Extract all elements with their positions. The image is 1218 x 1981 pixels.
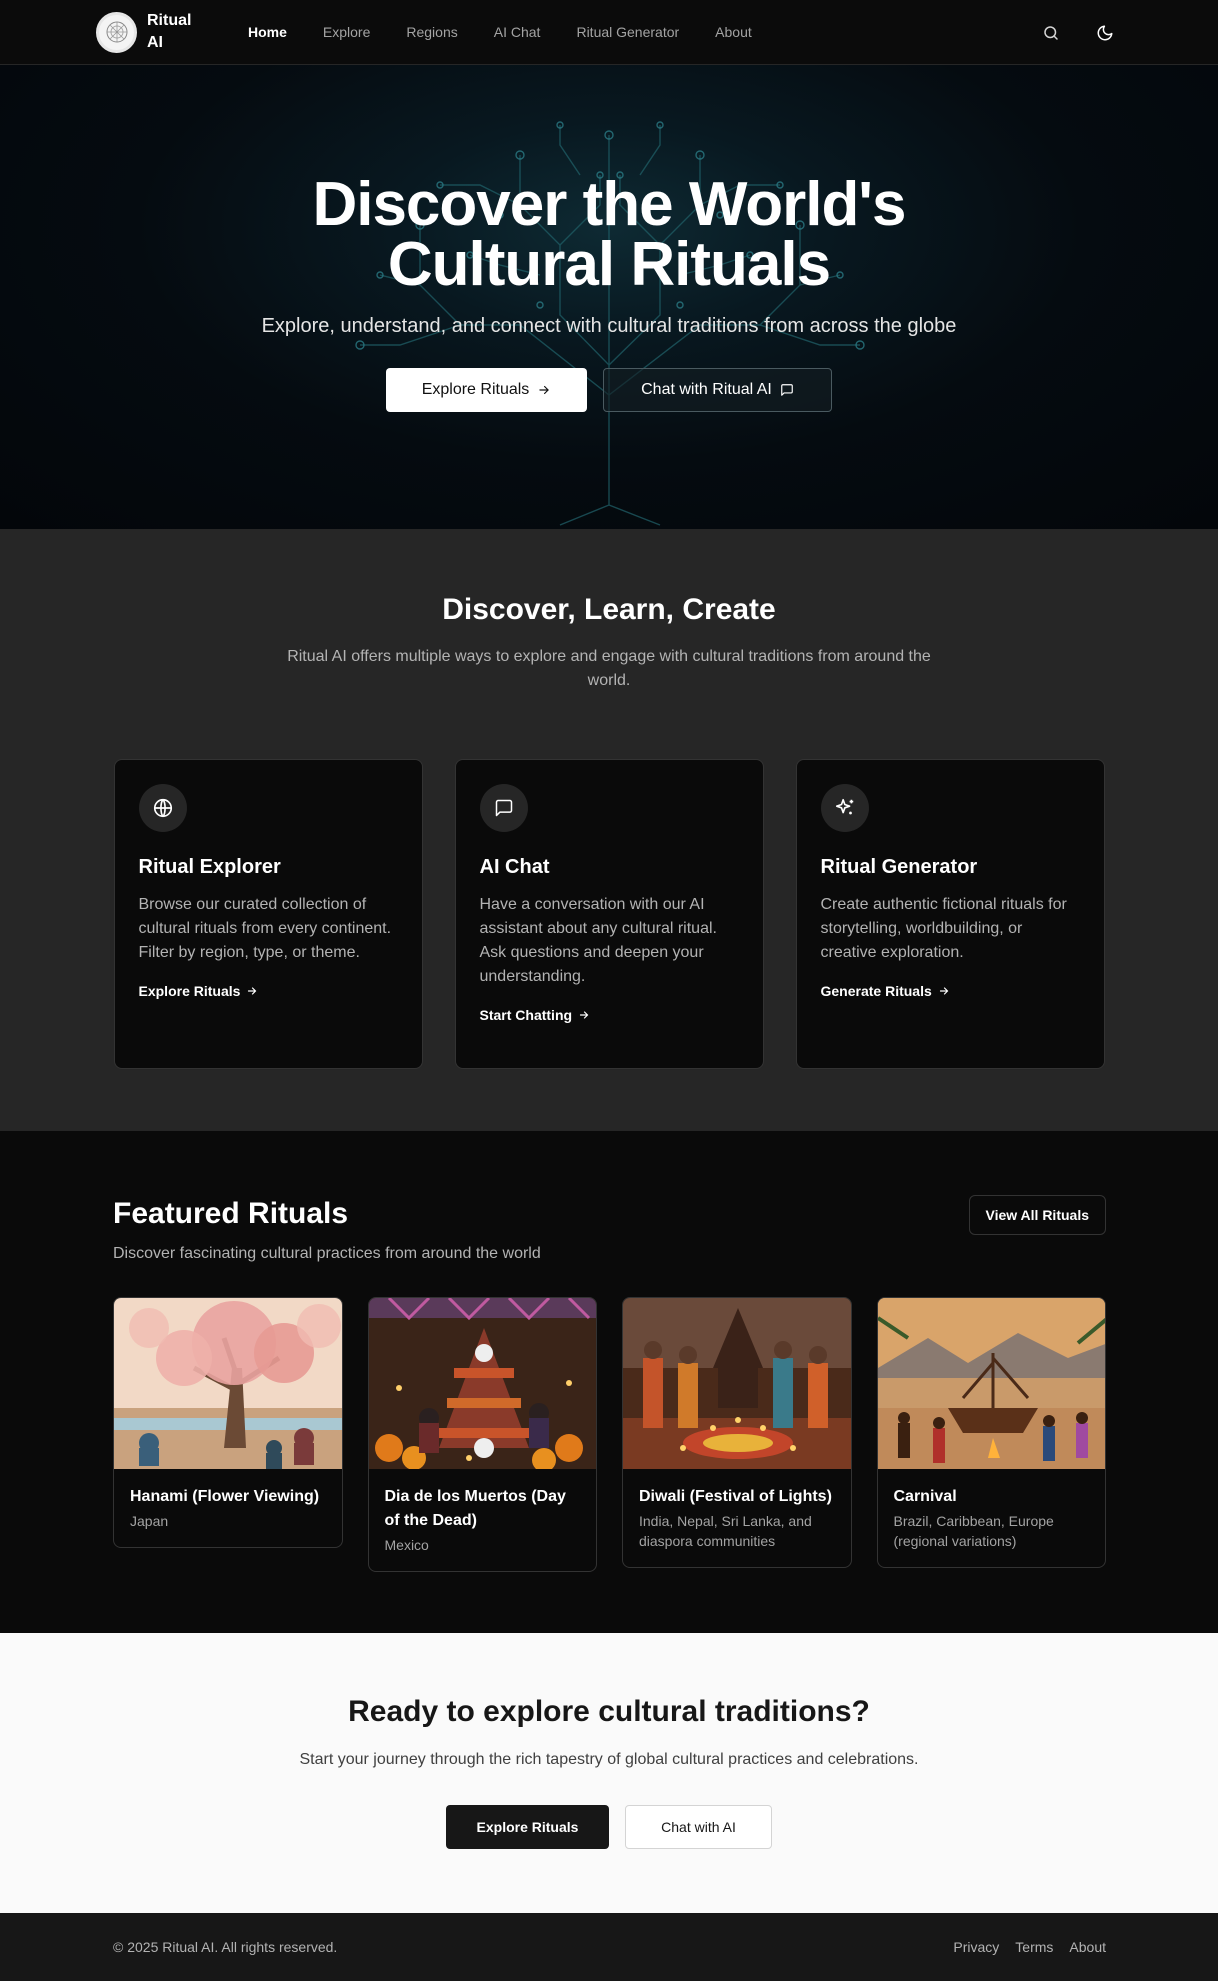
message-square-icon [495,799,512,817]
ritual-card-body: Carnival Brazil, Caribbean, Europe (regi… [878,1469,1106,1567]
feature-card-title: Ritual Generator [820,856,978,878]
feature-card-icon-wrap [820,784,869,832]
feature-card-icon-wrap [479,784,528,832]
search-icon [1044,25,1058,40]
hero-title: Discover the World's Cultural Rituals [0,65,1218,299]
ritual-card-dia-de-los-muertos[interactable]: Dia de los Muertos (Day of the Dead) Mex… [367,1297,597,1572]
chat-with-ritual-ai-button[interactable]: Chat with Ritual AI [603,368,832,412]
arrow-right-icon [539,385,550,395]
cta-buttons: Explore Rituals Chat with AI [0,1805,1218,1849]
nav-link-home[interactable]: Home [230,24,305,40]
nav-link-explore[interactable]: Explore [305,24,388,40]
features-title: Discover, Learn, Create [442,593,776,626]
start-chatting-link-label: Start Chatting [479,1007,573,1023]
dia-de-los-muertos-image [368,1298,597,1469]
nav-links: Home Explore Regions AI Chat Ritual Gene… [230,24,770,40]
cta-subtitle: Start your journey through the rich tape… [299,1751,919,1768]
explore-rituals-link-label: Explore Rituals [138,983,241,999]
theme-toggle-button[interactable] [1088,16,1122,50]
cta-section: Ready to explore cultural traditions? St… [0,1633,1218,1913]
feature-card-text: Create authentic fictional rituals for s… [820,896,1067,961]
ritual-card-title: Dia de los Muertos (Day of the Dead) [384,1488,566,1529]
ritual-card-region: Japan [130,1513,169,1529]
feature-card-ai-chat: AI Chat Have a conversation with our AI … [454,759,764,1069]
ritual-card-title: Carnival [893,1488,957,1505]
feature-card-ritual-generator: Ritual Generator Create authentic fictio… [795,759,1105,1069]
view-all-rituals-button[interactable]: View All Rituals [968,1195,1106,1235]
arrow-right-icon [579,1011,589,1019]
globe-icon [153,798,172,818]
hero-buttons: Explore Rituals Chat with Ritual AI [0,368,1218,412]
featured-heading-group: Featured Rituals Discover fascinating cu… [113,1197,541,1263]
ritual-card-diwali[interactable]: Diwali (Festival of Lights) India, Nepal… [622,1297,852,1568]
features-section: Discover, Learn, Create Ritual AI offers… [0,529,1218,1131]
nav-actions [1034,0,1122,65]
footer-links: Privacy Terms About [953,1939,1106,1955]
nav-link-regions[interactable]: Regions [388,24,475,40]
nav-link-about[interactable]: About [697,24,770,40]
hero-title-text: Discover the World's Cultural Rituals [312,170,906,299]
feature-card-ritual-explorer: Ritual Explorer Browse our curated colle… [113,759,423,1069]
ritual-card-title: Diwali (Festival of Lights) [639,1488,832,1505]
arrow-right-icon [248,987,257,995]
explore-rituals-link[interactable]: Explore Rituals [139,983,398,999]
top-nav: Ritual AI Home Explore Regions AI Chat R… [0,0,1218,65]
start-chatting-link[interactable]: Start Chatting [480,1007,739,1023]
feature-card-icon-wrap [138,784,187,832]
hero-section: Discover the World's Cultural Rituals Ex… [0,65,1218,529]
nav-link-ai-chat[interactable]: AI Chat [476,24,559,40]
search-button[interactable] [1034,16,1068,50]
diwali-image [623,1298,851,1469]
featured-rituals-section: Featured Rituals Discover fascinating cu… [0,1131,1218,1633]
sparkles-icon [835,798,853,815]
logo-text: Ritual AI [147,12,192,51]
generate-rituals-link-label: Generate Rituals [820,983,932,999]
footer-link-terms[interactable]: Terms [1015,1939,1053,1955]
cta-title: Ready to explore cultural traditions? [348,1695,870,1728]
featured-subtitle: Discover fascinating cultural practices … [113,1245,541,1262]
footer-link-about[interactable]: About [1069,1939,1106,1955]
feature-card-title: Ritual Explorer [138,856,281,878]
ritual-card-region: Mexico [384,1537,429,1553]
footer-copyright: © 2025 Ritual AI. All rights reserved. [113,1939,338,1955]
hero-subtitle: Explore, understand, and connect with cu… [261,315,957,337]
moon-icon [1097,25,1113,40]
footer-link-privacy[interactable]: Privacy [953,1939,999,1955]
featured-title: Featured Rituals [113,1197,349,1230]
featured-header: Featured Rituals Discover fascinating cu… [113,1195,1106,1263]
ritual-card-body: Diwali (Festival of Lights) India, Nepal… [623,1469,851,1567]
ritual-card-region: Brazil, Caribbean, Europe (regional vari… [893,1513,1054,1549]
chat-with-ritual-ai-button-label: Chat with Ritual AI [641,381,772,398]
feature-card-title: AI Chat [479,856,550,878]
footer: © 2025 Ritual AI. All rights reserved. P… [0,1913,1218,1981]
feature-card-text: Have a conversation with our AI assistan… [479,896,717,985]
feature-cards: Ritual Explorer Browse our curated colle… [0,759,1218,1069]
feature-card-text: Browse our curated collection of cultura… [138,896,392,961]
ritual-card-carnival[interactable]: Carnival Brazil, Caribbean, Europe (regi… [876,1297,1106,1568]
cta-chat-with-ai-button[interactable]: Chat with AI [625,1805,772,1849]
cta-explore-rituals-button[interactable]: Explore Rituals [446,1805,609,1849]
nav-link-ritual-generator[interactable]: Ritual Generator [558,24,697,40]
ritual-card-body: Hanami (Flower Viewing) Japan [114,1469,342,1547]
logo-icon [96,11,137,53]
logo[interactable]: Ritual AI [96,10,206,54]
ritual-card-body: Dia de los Muertos (Day of the Dead) Mex… [369,1469,597,1571]
explore-rituals-button-label: Explore Rituals [421,381,530,398]
arrow-right-icon [939,987,949,995]
hero-content: Discover the World's Cultural Rituals Ex… [0,65,1218,412]
hanami-image [114,1298,342,1469]
ritual-card-hanami[interactable]: Hanami (Flower Viewing) Japan [113,1297,343,1548]
generate-rituals-link[interactable]: Generate Rituals [821,983,1080,999]
ritual-card-title: Hanami (Flower Viewing) [130,1488,320,1505]
carnival-image [877,1298,1106,1469]
ritual-card-list: Hanami (Flower Viewing) Japan Dia de los… [113,1297,1106,1572]
features-subtitle: Ritual AI offers multiple ways to explor… [287,648,931,689]
explore-rituals-button[interactable]: Explore Rituals [386,368,587,412]
message-square-icon [781,384,793,396]
ritual-card-region: India, Nepal, Sri Lanka, and diaspora co… [639,1513,812,1549]
